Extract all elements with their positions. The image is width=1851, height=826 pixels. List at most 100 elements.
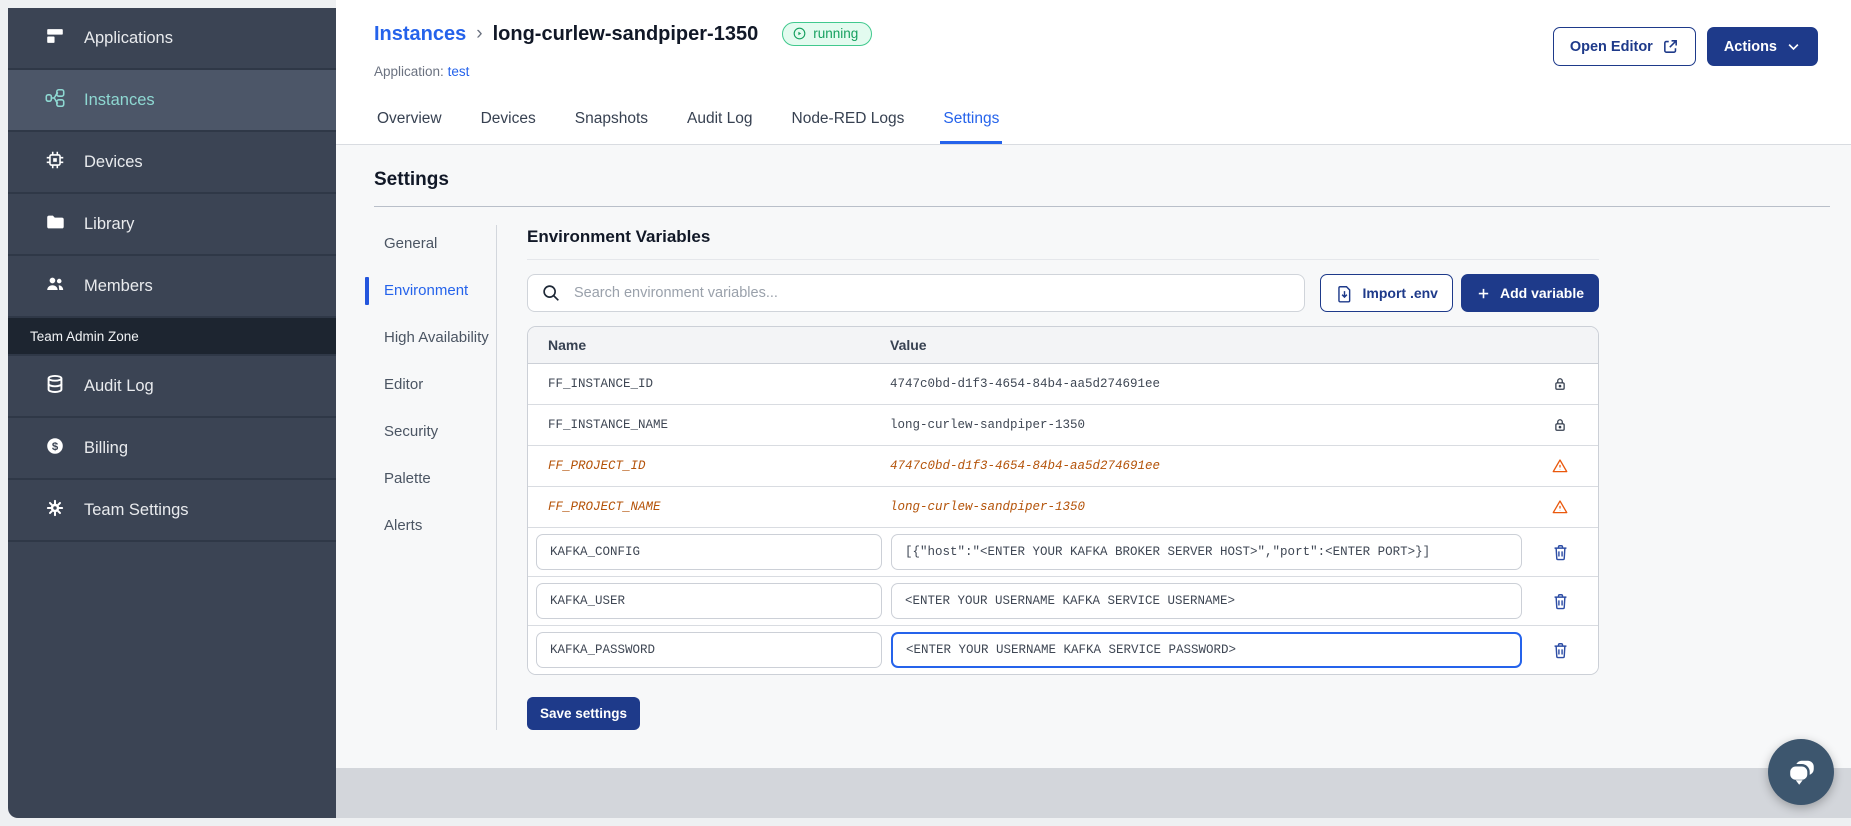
sidebar-item-applications[interactable]: Applications xyxy=(8,8,336,70)
breadcrumb-separator: › xyxy=(476,23,483,44)
open-editor-button[interactable]: Open Editor xyxy=(1552,27,1696,66)
actions-label: Actions xyxy=(1723,38,1777,55)
table-row xyxy=(528,626,1598,674)
status-badge: running xyxy=(782,22,873,46)
sidebar-item-label: Billing xyxy=(84,438,129,457)
actions-button[interactable]: Actions xyxy=(1706,27,1818,66)
sidebar-item-label: Devices xyxy=(84,152,143,171)
env-value-input-focused[interactable] xyxy=(891,632,1522,668)
settings-nav-editor[interactable]: Editor xyxy=(374,374,496,396)
env-value-input[interactable] xyxy=(891,534,1522,570)
import-env-label: Import .env xyxy=(1362,285,1438,301)
settings-divider xyxy=(374,206,1830,207)
instance-tabs: Overview Devices Snapshots Audit Log Nod… xyxy=(374,110,1003,144)
footer-strip xyxy=(336,768,1851,818)
application-label: Application: xyxy=(374,64,444,79)
section-label: Team Admin Zone xyxy=(30,328,139,344)
sidebar: Applications Instances Devices Library M… xyxy=(8,8,336,818)
warning-icon xyxy=(1522,498,1598,516)
add-variable-button[interactable]: Add variable xyxy=(1460,274,1599,312)
env-name: FF_INSTANCE_ID xyxy=(548,377,654,391)
settings-nav-general[interactable]: General xyxy=(374,233,496,255)
sidebar-item-instances[interactable]: Instances xyxy=(8,70,336,132)
svg-text:$: $ xyxy=(52,440,59,452)
panel-title: Environment Variables xyxy=(527,227,711,246)
tab-audit-log[interactable]: Audit Log xyxy=(684,110,756,144)
table-row: FF_PROJECT_ID 4747c0bd-d1f3-4654-84b4-aa… xyxy=(528,446,1598,487)
env-name-input[interactable] xyxy=(536,583,882,619)
external-link-icon xyxy=(1662,38,1679,55)
application-link[interactable]: test xyxy=(448,64,470,79)
env-name-input[interactable] xyxy=(536,632,882,668)
trash-icon[interactable] xyxy=(1522,592,1598,611)
env-value-input[interactable] xyxy=(891,583,1522,619)
page-title: Settings xyxy=(374,169,449,190)
sidebar-item-library[interactable]: Library xyxy=(8,194,336,256)
env-value: long-curlew-sandpiper-1350 xyxy=(890,418,1086,432)
status-badge-label: running xyxy=(813,26,859,41)
gear-icon xyxy=(44,497,66,524)
tab-overview[interactable]: Overview xyxy=(374,110,445,144)
sidebar-item-label: Team Settings xyxy=(84,500,189,519)
import-env-button[interactable]: Import .env xyxy=(1319,274,1453,312)
devices-icon xyxy=(44,149,66,176)
env-toolbar: Import .env Add variable xyxy=(527,274,1599,312)
column-header-name: Name xyxy=(548,337,587,353)
sidebar-item-label: Applications xyxy=(84,28,173,47)
env-name: FF_INSTANCE_NAME xyxy=(548,418,669,432)
save-settings-button[interactable]: Save settings xyxy=(527,697,641,730)
tab-settings[interactable]: Settings xyxy=(940,110,1003,144)
application-line: Application: test xyxy=(374,64,469,79)
settings-content: Settings General Environment High Availa… xyxy=(336,145,1851,768)
settings-nav-high-availability[interactable]: High Availability xyxy=(374,327,496,349)
sidebar-item-members[interactable]: Members xyxy=(8,256,336,318)
dollar-icon: $ xyxy=(44,435,66,462)
sidebar-item-audit-log[interactable]: Audit Log xyxy=(8,356,336,418)
sidebar-item-team-settings[interactable]: Team Settings xyxy=(8,480,336,542)
search-icon xyxy=(540,282,562,309)
table-row: FF_INSTANCE_NAME long-curlew-sandpiper-1… xyxy=(528,405,1598,446)
breadcrumb-instances-link[interactable]: Instances xyxy=(374,23,466,46)
app-root: Applications Instances Devices Library M… xyxy=(0,0,1851,826)
env-value: long-curlew-sandpiper-1350 xyxy=(890,500,1086,514)
search-input[interactable] xyxy=(527,274,1305,312)
folder-icon xyxy=(44,211,66,238)
tab-devices[interactable]: Devices xyxy=(478,110,539,144)
lock-icon xyxy=(1522,375,1598,393)
chevron-down-icon xyxy=(1786,39,1801,54)
column-header-value: Value xyxy=(890,337,927,353)
env-name: FF_PROJECT_NAME xyxy=(548,500,661,514)
sidebar-item-label: Library xyxy=(84,214,135,233)
trash-icon[interactable] xyxy=(1522,543,1598,562)
instances-icon xyxy=(44,87,66,114)
warning-icon xyxy=(1522,457,1598,475)
sidebar-item-label: Instances xyxy=(84,90,155,109)
sidebar-item-billing[interactable]: $ Billing xyxy=(8,418,336,480)
table-row xyxy=(528,528,1598,577)
settings-nav-alerts[interactable]: Alerts xyxy=(374,515,496,537)
table-header: Name Value xyxy=(528,327,1598,364)
settings-nav-environment[interactable]: Environment xyxy=(365,277,496,305)
open-editor-label: Open Editor xyxy=(1569,38,1653,55)
sidebar-section-team-admin-zone: Team Admin Zone xyxy=(8,318,336,356)
tab-snapshots[interactable]: Snapshots xyxy=(572,110,651,144)
plus-icon xyxy=(1476,286,1491,301)
tab-node-red-logs[interactable]: Node-RED Logs xyxy=(789,110,908,144)
instance-header: Instances › long-curlew-sandpiper-1350 r… xyxy=(336,0,1851,145)
import-file-icon xyxy=(1335,284,1354,303)
lock-icon xyxy=(1522,416,1598,434)
play-circle-icon xyxy=(792,26,807,41)
chat-widget-button[interactable] xyxy=(1768,739,1834,805)
env-value: 4747c0bd-d1f3-4654-84b4-aa5d274691ee xyxy=(890,459,1161,473)
database-icon xyxy=(44,373,66,400)
sidebar-item-devices[interactable]: Devices xyxy=(8,132,336,194)
table-row xyxy=(528,577,1598,626)
add-variable-label: Add variable xyxy=(1499,285,1584,301)
settings-nav-security[interactable]: Security xyxy=(374,421,496,443)
table-row: FF_INSTANCE_ID 4747c0bd-d1f3-4654-84b4-a… xyxy=(528,364,1598,405)
header-actions: Open Editor Actions xyxy=(1552,27,1818,66)
settings-nav-palette[interactable]: Palette xyxy=(374,468,496,490)
env-name-input[interactable] xyxy=(536,534,882,570)
trash-icon[interactable] xyxy=(1522,641,1598,660)
users-icon xyxy=(44,273,66,300)
